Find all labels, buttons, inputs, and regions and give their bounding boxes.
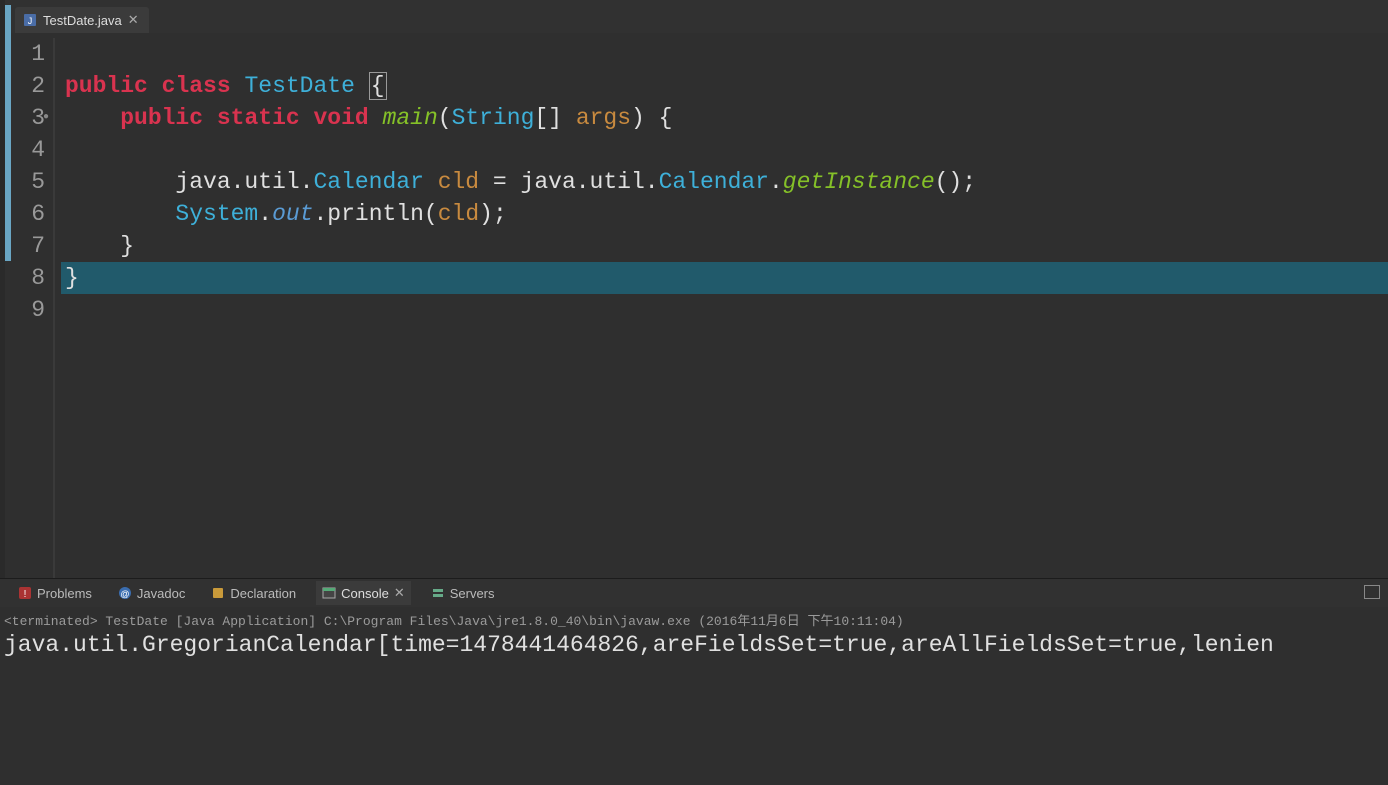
code-content[interactable]: public class TestDate { public static vo… xyxy=(61,38,1388,578)
bottom-tab-bar: ! Problems @ Javadoc Declaration Console… xyxy=(0,579,1388,607)
tab-javadoc[interactable]: @ Javadoc xyxy=(112,582,191,605)
tab-declaration[interactable]: Declaration xyxy=(205,582,302,605)
tab-label: Console xyxy=(341,586,389,601)
javadoc-icon: @ xyxy=(118,586,132,600)
tab-label: Declaration xyxy=(230,586,296,601)
line-number-gutter: 1 2 3● 4 5 6 7 8 9 xyxy=(5,38,53,578)
editor-area: J TestDate.java ✕ 1 2 3● 4 5 6 7 8 9 pub… xyxy=(0,0,1388,578)
code-line-current: } xyxy=(61,262,1388,294)
servers-icon xyxy=(431,586,445,600)
code-line xyxy=(61,38,1388,70)
code-line: } xyxy=(61,230,1388,262)
line-number: 3● xyxy=(5,102,45,134)
line-number: 9 xyxy=(5,294,45,326)
tab-filename: TestDate.java xyxy=(43,13,122,28)
line-number: 1 xyxy=(5,38,45,70)
console-process-status: <terminated> TestDate [Java Application]… xyxy=(0,607,1388,632)
editor-tab-bar: J TestDate.java ✕ xyxy=(5,0,1388,33)
problems-icon: ! xyxy=(18,586,32,600)
java-file-icon: J xyxy=(23,13,37,27)
svg-text:!: ! xyxy=(24,589,27,600)
override-marker-icon: ● xyxy=(43,102,49,134)
line-number: 7 xyxy=(5,230,45,262)
line-number: 5 xyxy=(5,166,45,198)
tab-label: Javadoc xyxy=(137,586,185,601)
tab-servers[interactable]: Servers xyxy=(425,582,501,605)
console-icon xyxy=(322,586,336,600)
bottom-panel: ! Problems @ Javadoc Declaration Console… xyxy=(0,578,1388,785)
tab-problems[interactable]: ! Problems xyxy=(12,582,98,605)
matching-brace: { xyxy=(369,72,387,100)
code-line: public class TestDate { xyxy=(61,70,1388,102)
code-line: public static void main(String[] args) { xyxy=(61,102,1388,134)
code-line xyxy=(61,134,1388,166)
svg-text:@: @ xyxy=(120,589,129,599)
editor-tab-testdate[interactable]: J TestDate.java ✕ xyxy=(15,7,149,33)
maximize-icon[interactable] xyxy=(1364,585,1380,599)
line-number: 4 xyxy=(5,134,45,166)
code-editor[interactable]: 1 2 3● 4 5 6 7 8 9 public class TestDate… xyxy=(5,33,1388,578)
close-icon[interactable]: ✕ xyxy=(394,585,405,601)
line-number: 6 xyxy=(5,198,45,230)
line-number: 2 xyxy=(5,70,45,102)
declaration-icon xyxy=(211,586,225,600)
tab-console[interactable]: Console ✕ xyxy=(316,581,411,605)
tab-label: Problems xyxy=(37,586,92,601)
svg-text:J: J xyxy=(28,16,33,26)
code-line: java.util.Calendar cld = java.util.Calen… xyxy=(61,166,1388,198)
close-icon[interactable]: ✕ xyxy=(128,12,139,28)
code-line: System.out.println(cld); xyxy=(61,198,1388,230)
code-line xyxy=(61,294,1388,326)
tab-label: Servers xyxy=(450,586,495,601)
folding-gutter xyxy=(53,38,61,578)
line-number: 8 xyxy=(5,262,45,294)
console-view[interactable]: <terminated> TestDate [Java Application]… xyxy=(0,607,1388,785)
console-output-line: java.util.GregorianCalendar[time=1478441… xyxy=(0,632,1388,658)
